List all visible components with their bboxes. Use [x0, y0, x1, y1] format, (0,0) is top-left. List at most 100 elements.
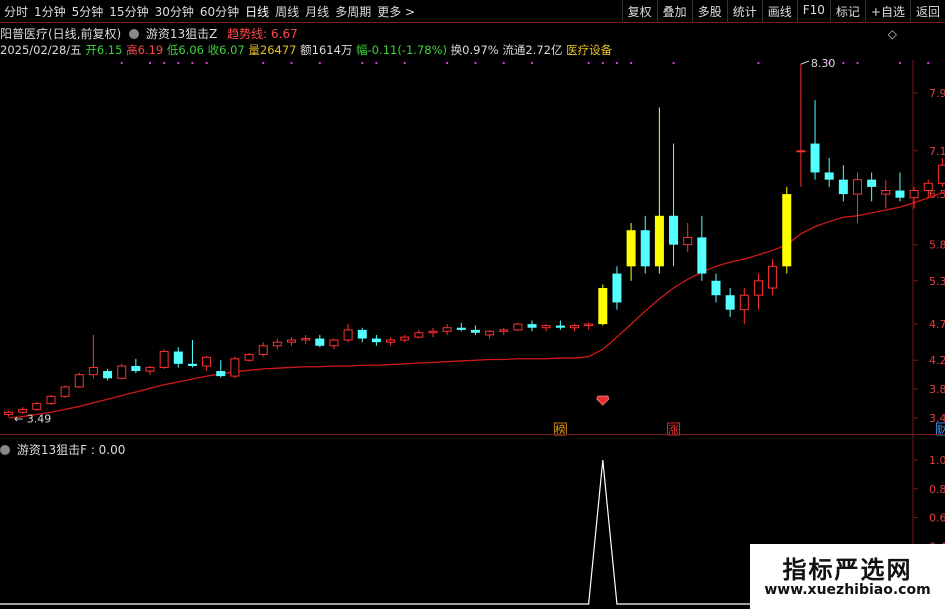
candle[interactable] [867, 172, 877, 202]
signal-dot [856, 62, 859, 64]
candle[interactable] [60, 385, 70, 398]
candle[interactable] [428, 327, 438, 338]
price-tick-label: 3.8 [929, 383, 945, 396]
candle[interactable] [711, 273, 721, 303]
candle[interactable] [640, 215, 650, 274]
candle[interactable] [145, 366, 155, 375]
candle[interactable] [654, 107, 664, 274]
candle[interactable] [485, 329, 495, 339]
candle[interactable] [414, 329, 424, 339]
candle[interactable] [470, 325, 480, 335]
candle-body [258, 345, 268, 355]
signal-dot [531, 62, 534, 64]
candle[interactable] [527, 320, 537, 332]
candle[interactable] [216, 360, 226, 378]
candle-body [315, 338, 325, 346]
candle[interactable] [117, 363, 127, 380]
candle[interactable] [683, 223, 693, 252]
candle[interactable] [895, 172, 905, 202]
candle[interactable] [598, 284, 608, 326]
candle[interactable] [343, 324, 353, 343]
sub-tick-label: 0.80 [929, 483, 945, 496]
candle[interactable] [937, 158, 945, 187]
candle[interactable] [357, 327, 367, 343]
candle[interactable] [513, 322, 523, 332]
candle-body [4, 411, 13, 415]
candle[interactable] [103, 368, 113, 381]
candle[interactable] [570, 324, 579, 332]
candle[interactable] [442, 324, 452, 335]
candle[interactable] [159, 349, 169, 369]
candle[interactable] [555, 320, 565, 330]
candle-body [400, 336, 410, 341]
candle[interactable] [499, 327, 509, 335]
candle-body [386, 339, 396, 343]
candle[interactable] [824, 158, 834, 187]
signal-dot [672, 62, 675, 64]
candle-body [216, 371, 226, 377]
candle[interactable] [371, 334, 381, 346]
candle[interactable] [258, 342, 268, 357]
candle[interactable] [315, 334, 325, 348]
candle[interactable] [131, 358, 141, 374]
candle-body [824, 172, 834, 180]
candle[interactable] [669, 143, 679, 267]
candle-body [46, 395, 56, 405]
candle-body [697, 237, 707, 274]
candle[interactable] [88, 334, 98, 379]
candle[interactable] [810, 100, 820, 180]
candle[interactable] [881, 179, 891, 209]
candle[interactable] [400, 334, 410, 343]
candle[interactable] [244, 353, 254, 362]
sub-tick-label: 1.00 [929, 454, 945, 467]
candle[interactable] [287, 337, 296, 346]
candle[interactable] [612, 266, 622, 310]
candle-body [810, 143, 820, 173]
candle-body [895, 190, 905, 198]
candle[interactable] [753, 273, 763, 310]
candle[interactable] [32, 402, 42, 411]
candle-body [612, 273, 622, 303]
candle-body [555, 325, 565, 328]
candle[interactable] [301, 334, 311, 345]
candle[interactable] [4, 410, 13, 417]
price-tick-label: 5.3 [929, 275, 945, 288]
candle[interactable] [768, 259, 778, 296]
signal-dot [205, 62, 208, 64]
sub-settings-icon[interactable] [0, 445, 10, 455]
sub-indicator-title[interactable]: 游资13狙击F : 0.00 [17, 443, 126, 457]
candle-body [838, 179, 848, 195]
candle[interactable] [796, 64, 806, 187]
candle-body [301, 338, 311, 341]
candle-body [768, 265, 778, 289]
candle[interactable] [584, 322, 594, 330]
candle[interactable] [838, 165, 848, 202]
signal-dot [474, 62, 477, 64]
candle[interactable] [541, 324, 551, 332]
kline-chart[interactable]: 7.97.16.55.85.34.74.23.83.4 8.30← 3.49榜涨… [0, 0, 945, 609]
signal-dot [446, 62, 449, 64]
candle[interactable] [202, 355, 212, 372]
candle[interactable] [46, 394, 56, 405]
candle[interactable] [329, 338, 339, 350]
candle[interactable] [173, 347, 183, 368]
candle[interactable] [230, 356, 240, 379]
candle[interactable] [456, 322, 466, 332]
candle[interactable] [739, 288, 749, 325]
signal-dot [601, 62, 604, 64]
candle[interactable] [725, 288, 735, 317]
candle-body [103, 371, 113, 379]
candle-body [88, 366, 98, 376]
candle-body [470, 329, 480, 333]
candle[interactable] [626, 223, 636, 281]
candle[interactable] [74, 372, 84, 388]
candle[interactable] [909, 186, 919, 209]
candle[interactable] [187, 340, 197, 368]
candle[interactable] [386, 337, 396, 346]
candle[interactable] [697, 215, 707, 281]
candle-body [739, 294, 749, 311]
candle-body [244, 353, 254, 361]
price-tick-label: 7.1 [929, 145, 945, 158]
candle[interactable] [782, 186, 792, 274]
candle[interactable] [272, 338, 282, 350]
